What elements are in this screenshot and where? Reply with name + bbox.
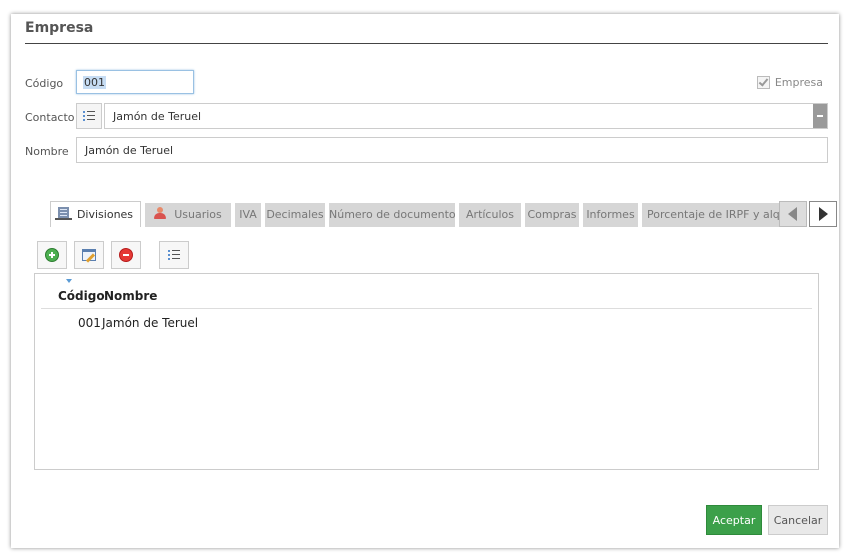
tab-decimales[interactable]: Decimales — [265, 203, 325, 227]
title-divider — [25, 43, 828, 44]
codigo-value: 001 — [83, 75, 106, 89]
column-header-nombre[interactable]: Nombre — [104, 289, 157, 303]
empresa-checkbox-label: Empresa — [774, 76, 823, 89]
tab-usuarios[interactable]: Usuarios — [145, 203, 231, 227]
codigo-input[interactable]: 001 — [76, 70, 194, 94]
contacto-dropdown-button[interactable] — [813, 104, 827, 128]
tab-scroll-left-button[interactable] — [779, 201, 807, 227]
cancel-button[interactable]: Cancelar — [768, 505, 828, 535]
user-icon — [154, 207, 167, 219]
contacto-label: Contacto — [25, 111, 75, 124]
divisiones-grid: Código Nombre 001 Jamón de Teruel — [34, 273, 819, 470]
cell-codigo: 001 — [78, 316, 101, 330]
header-divider — [41, 308, 812, 309]
tab-porcentaje-irpf[interactable]: Porcentaje de IRPF y alqu — [642, 203, 779, 227]
empresa-checkbox[interactable] — [756, 76, 770, 89]
list-icon — [168, 250, 180, 260]
contacto-list-button[interactable] — [76, 103, 102, 129]
tab-informes[interactable]: Informes — [583, 203, 638, 227]
tab-articulos[interactable]: Artículos — [459, 203, 521, 227]
dialog-title: Empresa — [25, 20, 94, 36]
accept-button[interactable]: Aceptar — [706, 505, 762, 535]
edit-button[interactable] — [74, 241, 104, 269]
arrow-left-icon — [788, 207, 797, 221]
edit-icon — [82, 249, 96, 261]
list-view-button[interactable] — [159, 241, 189, 269]
nombre-label: Nombre — [25, 145, 69, 158]
tab-numero-documentos[interactable]: Número de documentos — [329, 203, 455, 227]
tab-iva[interactable]: IVA — [235, 203, 261, 227]
add-button[interactable] — [37, 241, 67, 269]
sort-indicator-icon — [66, 279, 72, 283]
nombre-input[interactable]: Jamón de Teruel — [76, 137, 828, 163]
list-icon — [83, 111, 95, 121]
contacto-combo[interactable]: Jamón de Teruel — [104, 103, 828, 129]
tab-bar: Divisiones Usuarios IVA Decimales Número… — [50, 201, 837, 227]
arrow-right-icon — [819, 207, 828, 221]
tab-divisiones[interactable]: Divisiones — [50, 201, 141, 227]
add-icon — [45, 248, 59, 262]
delete-button[interactable] — [111, 241, 141, 269]
tab-scroll-right-button[interactable] — [809, 201, 837, 227]
cell-nombre: Jamón de Teruel — [102, 316, 199, 330]
contacto-value: Jamón de Teruel — [113, 110, 202, 123]
empresa-checkbox-wrap[interactable]: Empresa — [756, 76, 823, 89]
empresa-dialog: Empresa Código 001 Empresa Contacto Jamó… — [11, 14, 839, 548]
delete-icon — [119, 248, 133, 262]
building-icon — [54, 207, 72, 220]
tab-compras[interactable]: Compras — [525, 203, 579, 227]
column-header-codigo[interactable]: Código — [58, 289, 105, 303]
codigo-label: Código — [25, 77, 64, 90]
nombre-value: Jamón de Teruel — [85, 144, 174, 157]
